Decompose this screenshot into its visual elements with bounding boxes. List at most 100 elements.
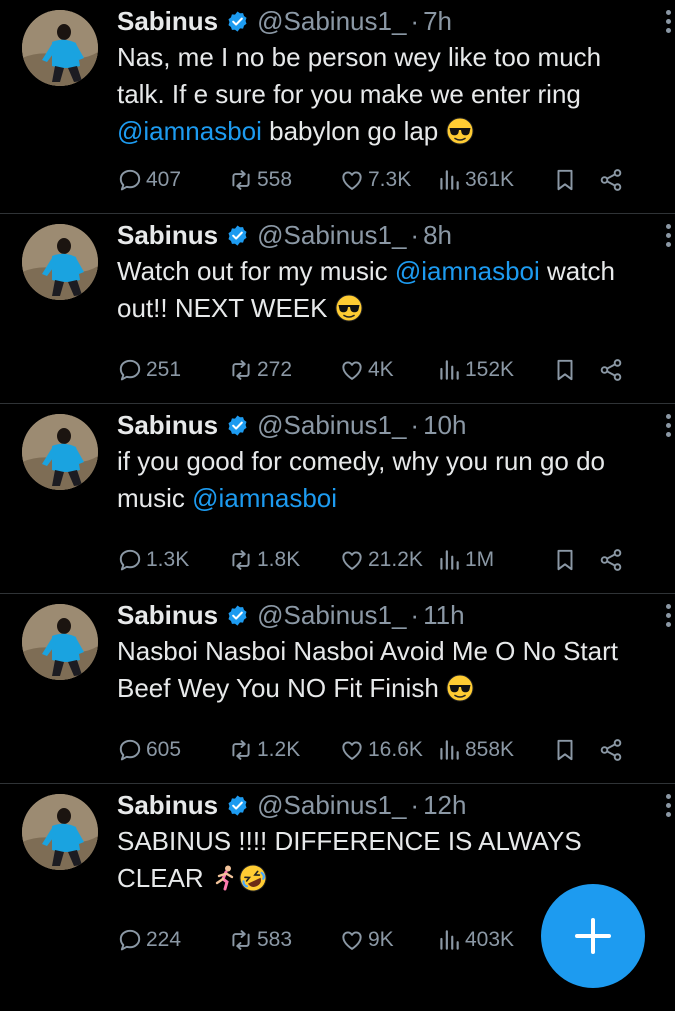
author-name[interactable]: Sabinus (117, 600, 218, 631)
author-handle[interactable]: @Sabinus1_ (257, 600, 406, 631)
tweet-time[interactable]: 12h (423, 790, 466, 821)
retweets-count: 583 (257, 928, 293, 951)
avatar[interactable] (22, 414, 98, 490)
avatar[interactable] (22, 10, 98, 86)
tweet-header: Sabinus @Sabinus1_ · 7h (117, 4, 655, 38)
tweet[interactable]: Sabinus @Sabinus1_ · 10h if you good for… (0, 404, 675, 594)
retweet-button[interactable]: 583 (228, 927, 339, 953)
like-button[interactable]: 4K (339, 357, 436, 383)
retweet-button[interactable]: 1.8K (228, 547, 339, 573)
reply-icon (117, 357, 146, 383)
retweet-button[interactable]: 1.2K (228, 737, 339, 763)
share-icon (598, 547, 627, 573)
like-button[interactable]: 21.2K (339, 547, 436, 573)
tweet-text: Nas, me I no be person wey like too much… (117, 39, 655, 150)
reply-button[interactable]: 407 (117, 167, 228, 193)
views-chart-icon (436, 927, 465, 953)
compose-tweet-button[interactable] (541, 884, 645, 988)
bookmark-button[interactable] (552, 357, 598, 383)
bookmark-icon (552, 167, 581, 193)
author-handle[interactable]: @Sabinus1_ (257, 410, 406, 441)
views-chart-icon (436, 357, 465, 383)
more-options-icon[interactable] (661, 602, 675, 630)
mention-link[interactable]: @iamnasboi (395, 256, 540, 286)
reply-button[interactable]: 224 (117, 927, 228, 953)
retweet-icon (228, 357, 257, 383)
tweet[interactable]: Sabinus @Sabinus1_ · 8h Watch out for my… (0, 214, 675, 404)
reply-button[interactable]: 605 (117, 737, 228, 763)
tweet[interactable]: Sabinus @Sabinus1_ · 11h Nasboi Nasboi N… (0, 594, 675, 784)
views-chart-icon (436, 547, 465, 573)
avatar[interactable] (22, 794, 98, 870)
retweet-button[interactable]: 558 (228, 167, 339, 193)
author-handle[interactable]: @Sabinus1_ (257, 220, 406, 251)
retweets-count: 1.8K (257, 548, 301, 571)
verified-badge-icon (226, 414, 249, 437)
tweet-header: Sabinus @Sabinus1_ · 11h (117, 598, 655, 632)
tweet-content: Sabinus @Sabinus1_ · 7h Nas, me I no be … (117, 4, 655, 150)
tweet-text-part: Watch out for my music (117, 256, 395, 286)
retweet-icon (228, 167, 257, 193)
views-button[interactable]: 403K (436, 927, 552, 953)
author-handle[interactable]: @Sabinus1_ (257, 790, 406, 821)
author-name[interactable]: Sabinus (117, 790, 218, 821)
mention-link[interactable]: @iamnasboi (117, 116, 262, 146)
like-button[interactable]: 16.6K (339, 737, 436, 763)
more-options-icon[interactable] (661, 8, 675, 36)
retweet-button[interactable]: 272 (228, 357, 339, 383)
verified-badge-icon (226, 224, 249, 247)
views-button[interactable]: 858K (436, 737, 552, 763)
bookmark-icon (552, 737, 581, 763)
running-man-emoji (211, 864, 239, 892)
replies-count: 605 (146, 738, 182, 761)
retweet-icon (228, 927, 257, 953)
reply-icon (117, 737, 146, 763)
rolling-laughing-emoji (239, 864, 267, 892)
more-options-icon[interactable] (661, 792, 675, 820)
heart-icon (339, 927, 368, 953)
bookmark-button[interactable] (552, 167, 598, 193)
avatar[interactable] (22, 224, 98, 300)
share-button[interactable] (598, 357, 627, 383)
reply-button[interactable]: 1.3K (117, 547, 228, 573)
views-button[interactable]: 152K (436, 357, 552, 383)
views-button[interactable]: 1M (436, 547, 552, 573)
tweet-time[interactable]: 7h (423, 6, 452, 37)
tweet-content: Sabinus @Sabinus1_ · 10h if you good for… (117, 408, 655, 517)
replies-count: 224 (146, 928, 182, 951)
reply-icon (117, 547, 146, 573)
like-button[interactable]: 7.3K (339, 167, 436, 193)
views-chart-icon (436, 167, 465, 193)
separator-dot: · (410, 789, 420, 820)
more-options-icon[interactable] (661, 222, 675, 250)
bookmark-button[interactable] (552, 737, 598, 763)
tweet-time[interactable]: 8h (423, 220, 452, 251)
tweet-time[interactable]: 11h (423, 600, 464, 631)
author-handle[interactable]: @Sabinus1_ (257, 6, 406, 37)
likes-count: 7.3K (368, 168, 412, 191)
mention-link[interactable]: @iamnasboi (192, 483, 337, 513)
author-name[interactable]: Sabinus (117, 220, 218, 251)
likes-count: 16.6K (368, 738, 423, 761)
author-name[interactable]: Sabinus (117, 410, 218, 441)
share-button[interactable] (598, 737, 627, 763)
tweet[interactable]: Sabinus @Sabinus1_ · 7h Nas, me I no be … (0, 0, 675, 214)
views-button[interactable]: 361K (436, 167, 552, 193)
likes-count: 21.2K (368, 548, 423, 571)
reply-icon (117, 167, 146, 193)
avatar[interactable] (22, 604, 98, 680)
replies-count: 407 (146, 168, 182, 191)
tweet-content: Sabinus @Sabinus1_ · 12h SABINUS !!!! DI… (117, 788, 655, 897)
tweet-time[interactable]: 10h (423, 410, 466, 441)
retweets-count: 1.2K (257, 738, 301, 761)
sunglasses-emoji (335, 294, 363, 322)
author-name[interactable]: Sabinus (117, 6, 218, 37)
more-options-icon[interactable] (661, 412, 675, 440)
like-button[interactable]: 9K (339, 927, 436, 953)
reply-button[interactable]: 251 (117, 357, 228, 383)
share-button[interactable] (598, 167, 627, 193)
share-button[interactable] (598, 547, 627, 573)
likes-count: 4K (368, 358, 394, 381)
views-chart-icon (436, 737, 465, 763)
bookmark-button[interactable] (552, 547, 598, 573)
